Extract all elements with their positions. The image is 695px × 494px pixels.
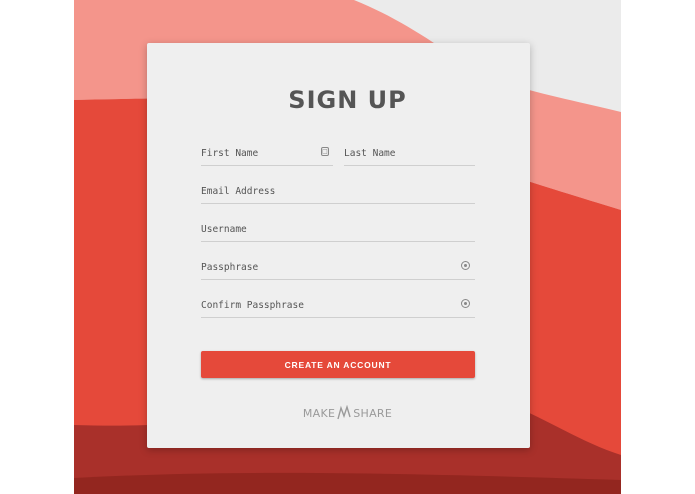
eye-icon[interactable] [461,261,470,270]
email-input[interactable] [201,181,475,201]
logo-mark-icon [337,405,351,420]
last-name-field [344,143,475,166]
last-name-input[interactable] [344,143,475,163]
first-name-input[interactable] [201,143,333,163]
username-field [201,219,475,242]
password-field [201,257,475,280]
eye-icon[interactable] [461,299,470,308]
first-name-field: □ [201,143,333,166]
id-card-icon: □ [321,147,329,156]
create-account-button[interactable]: CREATE AN ACCOUNT [201,351,475,378]
page-title: SIGN UP [288,86,407,114]
username-input[interactable] [201,219,475,239]
brand-right-text: SHARE [353,406,393,420]
confirm-password-field [201,295,475,318]
email-field [201,181,475,204]
confirm-password-input[interactable] [201,295,475,315]
password-input[interactable] [201,257,475,277]
brand-logo[interactable]: MAKE SHARE [0,405,695,421]
brand-left-text: MAKE [302,406,336,420]
